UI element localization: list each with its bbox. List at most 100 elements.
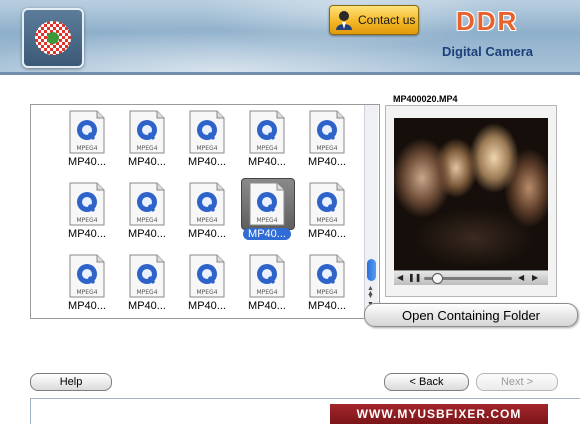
file-badge: MPEG4 (136, 289, 157, 296)
play-pause-icon[interactable]: ❚❚ (408, 273, 421, 282)
file-item[interactable]: MPEG4 MP40... (177, 252, 237, 314)
file-item[interactable]: MPEG4 MP40... (57, 252, 117, 314)
mpeg4-file-icon: MPEG4 (189, 254, 225, 298)
mpeg4-file-icon: MPEG4 (189, 110, 225, 154)
file-name: MP40... (237, 156, 297, 168)
file-name: MP40... (57, 156, 117, 168)
file-name-text: MP40... (248, 156, 286, 168)
file-name: MP40... (117, 156, 177, 168)
file-name-text: MP40... (308, 228, 346, 240)
file-name: MP40... (177, 156, 237, 168)
mpeg4-file-icon: MPEG4 (69, 182, 105, 226)
mpeg4-file-icon: MPEG4 (249, 254, 285, 298)
file-name: MP40... (237, 228, 297, 240)
file-item[interactable]: MPEG4 MP40... (177, 180, 237, 242)
header-divider (0, 72, 580, 75)
file-name-text: MP40... (128, 300, 166, 312)
file-badge: MPEG4 (136, 145, 157, 152)
scrollbar-thumb[interactable] (367, 259, 376, 281)
volume-icon[interactable]: ◀ (397, 273, 403, 282)
help-button[interactable]: Help (30, 373, 112, 391)
forward-icon[interactable]: ▶ (532, 273, 538, 282)
video-controls: ◀ ❚❚ ◀ ▶ (394, 270, 548, 285)
rewind-icon[interactable]: ◀ (518, 273, 524, 282)
file-badge: MPEG4 (196, 289, 217, 296)
file-badge: MPEG4 (256, 145, 277, 152)
file-name-text: MP40... (68, 228, 106, 240)
file-badge: MPEG4 (316, 145, 337, 152)
file-name: MP40... (57, 228, 117, 240)
file-badge: MPEG4 (316, 289, 337, 296)
video-progress-knob[interactable] (432, 273, 443, 284)
file-name-text: MP40... (68, 156, 106, 168)
file-item[interactable]: MPEG4 MP40... (117, 252, 177, 314)
file-name-text: MP40... (248, 300, 286, 312)
file-name: MP40... (177, 300, 237, 312)
file-item[interactable]: MPEG4 MP40... (297, 180, 357, 242)
file-name-text: MP40... (188, 228, 226, 240)
file-item[interactable]: MPEG4 MP40... (177, 108, 237, 170)
file-badge: MPEG4 (256, 217, 277, 224)
mpeg4-file-icon: MPEG4 (189, 182, 225, 226)
file-item[interactable]: MPEG4 MP40... (297, 108, 357, 170)
file-name-text: MP40... (188, 300, 226, 312)
mpeg4-file-icon: MPEG4 (69, 254, 105, 298)
open-folder-label: Open Containing Folder (401, 308, 541, 323)
file-name-text: MP40... (68, 300, 106, 312)
app-header: Contact us DDR Digital Camera (0, 0, 580, 72)
file-badge: MPEG4 (136, 217, 157, 224)
video-preview[interactable] (394, 118, 548, 270)
mpeg4-file-icon: MPEG4 (249, 110, 285, 154)
file-item[interactable]: MPEG4 MP40... (237, 178, 297, 242)
file-badge: MPEG4 (256, 289, 277, 296)
next-button[interactable]: Next > (476, 373, 558, 391)
file-name: MP40... (57, 300, 117, 312)
mpeg4-file-icon: MPEG4 (309, 182, 345, 226)
file-item[interactable]: MPEG4 MP40... (297, 252, 357, 314)
contact-us-label: Contact us (358, 13, 416, 27)
mpeg4-file-icon: MPEG4 (249, 182, 285, 226)
file-name: MP40... (237, 300, 297, 312)
mpeg4-file-icon: MPEG4 (129, 182, 165, 226)
file-item[interactable]: MPEG4 MP40... (57, 180, 117, 242)
file-badge: MPEG4 (316, 217, 337, 224)
back-button[interactable]: < Back (384, 373, 469, 391)
file-name-text: MP40... (308, 300, 346, 312)
file-item[interactable]: MPEG4 MP40... (237, 108, 297, 170)
mpeg4-file-icon: MPEG4 (69, 110, 105, 154)
file-item[interactable]: MPEG4 MP40... (57, 108, 117, 170)
file-badge: MPEG4 (76, 145, 97, 152)
file-name-text: MP40... (128, 228, 166, 240)
mpeg4-file-icon: MPEG4 (129, 254, 165, 298)
footer-divider (30, 398, 580, 399)
file-name-text: MP40... (308, 156, 346, 168)
brand-name: DDR (456, 6, 519, 36)
file-badge: MPEG4 (196, 217, 217, 224)
file-item[interactable]: MPEG4 MP40... (117, 180, 177, 242)
footer-divider-left (30, 398, 31, 424)
preview-title: MP400020.MP4 (393, 94, 458, 104)
app-logo (22, 8, 84, 68)
person-icon (336, 11, 352, 30)
mpeg4-file-icon: MPEG4 (129, 110, 165, 154)
back-label: < Back (409, 376, 444, 388)
file-name: MP40... (117, 228, 177, 240)
file-name-text: MP40... (128, 156, 166, 168)
preview-scroll-down-icon[interactable]: ▼ (367, 293, 374, 300)
file-name: MP40... (297, 156, 357, 168)
help-label: Help (59, 376, 83, 388)
website-url: WWW.MYUSBFIXER.COM (356, 407, 522, 421)
file-item[interactable]: MPEG4 MP40... (117, 108, 177, 170)
website-url-banner[interactable]: WWW.MYUSBFIXER.COM (330, 404, 548, 424)
mpeg4-file-icon: MPEG4 (309, 110, 345, 154)
contact-us-button[interactable]: Contact us (329, 5, 419, 35)
file-name-text: MP40... (243, 228, 291, 240)
file-name-text: MP40... (188, 156, 226, 168)
preview-scroll-up-icon[interactable]: ▲ (367, 285, 374, 292)
open-containing-folder-button[interactable]: Open Containing Folder (364, 303, 578, 327)
file-grid-panel[interactable]: MPEG4 MP40... MPEG4 MP40... MPEG4 MP40... MPEG… (30, 104, 380, 319)
file-item[interactable]: MPEG4 MP40... (237, 252, 297, 314)
next-label: Next > (500, 376, 534, 388)
file-badge: MPEG4 (76, 217, 97, 224)
product-name: Digital Camera (442, 44, 534, 59)
